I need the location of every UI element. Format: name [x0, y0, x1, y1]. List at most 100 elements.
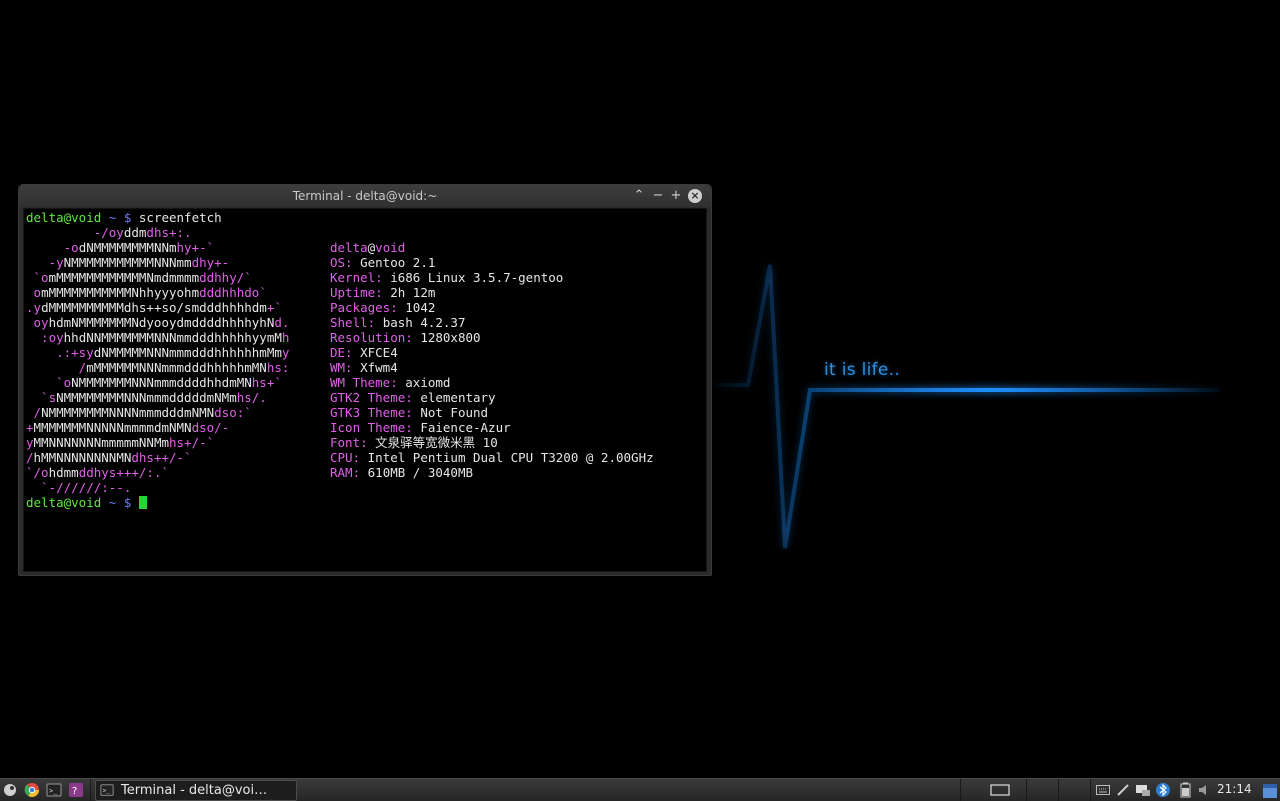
logo-line: :oyhhdNNMMMMMMMNNNmmdddhhhhhyymMh [26, 330, 289, 345]
logo-fragment: hs/. [236, 390, 267, 405]
logo-fragment: hs+` [251, 375, 282, 390]
terminal-icon: >_ [100, 784, 114, 796]
network-icon[interactable] [1135, 782, 1151, 798]
terminal-icon[interactable]: >_ [46, 782, 62, 798]
logo-fragment: dNMMMMMNNNmmmdddhhhhhhmMm [93, 345, 282, 360]
info-row: Kernel: i686 Linux 3.5.7-gentoo [330, 270, 654, 285]
logo-fragment: `o [26, 270, 49, 285]
logo-line: yMMNNNNNNNmmmmmNNMmhs+/-` [26, 435, 289, 450]
logo-fragment: .y [26, 300, 42, 315]
logo-fragment: .:+sy [26, 345, 94, 360]
taskbar-separator [960, 779, 961, 801]
info-value: 1042 [405, 300, 436, 315]
calendar-icon[interactable] [1262, 781, 1278, 799]
pen-icon[interactable] [1116, 783, 1130, 797]
info-row: Shell: bash 4.2.37 [330, 315, 654, 330]
logo-fragment: dNMMMMMMMMNNm [78, 240, 177, 255]
info-key: Kernel: [330, 270, 391, 285]
info-row: RAM: 610MB / 3040MB [330, 465, 654, 480]
info-value: 2h 12m [390, 285, 436, 300]
logo-fragment: dhs++/-` [131, 450, 192, 465]
minimize-icon[interactable]: − [650, 188, 666, 204]
prompt-line[interactable]: delta@void ~ $ [26, 495, 289, 510]
logo-fragment: +` [266, 300, 282, 315]
clock[interactable]: 21:14 [1217, 782, 1252, 796]
chevron-up-icon[interactable]: ⌃ [631, 188, 647, 204]
logo-fragment: y [281, 345, 290, 360]
info-value: 610MB / 3040MB [367, 465, 473, 480]
logo-fragment: y [26, 435, 34, 450]
logo-fragment: mMMMMMMNNNmmmdddhhhhhmMN [86, 360, 267, 375]
info-row: Font: 文泉驿等宽微米黑 10 [330, 435, 654, 450]
maximize-icon[interactable]: + [668, 188, 684, 204]
task-terminal-button[interactable]: >_ Terminal - delta@voi… [95, 780, 297, 801]
info-key: DE: [330, 345, 361, 360]
logo-fragment: ddhhy/` [199, 270, 252, 285]
logo-fragment: mMMMMMMMMMMMMNmdmmmm [48, 270, 200, 285]
svg-text:?: ? [72, 786, 77, 797]
logo-fragment: MMMMMMMNNNNNmmmmdmNMN [33, 420, 192, 435]
app-menu-icon[interactable] [2, 782, 18, 798]
logo-fragment: hdmNMMMMMMMNdyooydmddddhhhhyhN [48, 315, 275, 330]
logo-fragment: d. [274, 315, 290, 330]
text-cursor [138, 496, 147, 509]
info-value: Gentoo 2.1 [360, 255, 436, 270]
logo-fragment: mMMMMMMMMMMMNhhyyyohm [41, 285, 200, 300]
battery-icon[interactable] [1176, 782, 1194, 798]
logo-fragment: + [26, 420, 34, 435]
close-icon[interactable]: × [688, 189, 702, 203]
logo-line: oyhdmNMMMMMMMNdyooydmddddhhhhyhNd. [26, 315, 290, 330]
chromium-icon[interactable] [24, 782, 40, 798]
logo-fragment: oy [26, 315, 49, 330]
info-value: Not Found [420, 405, 489, 420]
logo-fragment: hdmm [48, 465, 79, 480]
info-row: GTK3 Theme: Not Found [330, 405, 654, 420]
info-key: Uptime: [330, 285, 391, 300]
logo-fragment: `s [26, 390, 57, 405]
info-user: delta [330, 240, 368, 255]
logo-fragment: MMNNNNNNNmmmmmNNMm [33, 435, 169, 450]
info-key: WM Theme: [330, 375, 406, 390]
prompt-user: delta@void [26, 495, 102, 510]
logo-fragment: dhs+:. [146, 225, 192, 240]
window-titlebar[interactable]: Terminal - delta@void:~ ⌃ − + × [19, 185, 711, 207]
logo-fragment: ddhys+++/:.` [78, 465, 169, 480]
logo-fragment: hMMNNNNNNNNMN [33, 450, 132, 465]
logo-line: .:+sydNMMMMMNNNmmmdddhhhhhhmMmy [26, 345, 289, 360]
logo-line: omMMMMMMMMMMMNhhyyyohmdddhhhdo` [26, 285, 289, 300]
info-key: Font: [330, 435, 376, 450]
command-line: delta@void ~ $ screenfetch [26, 210, 289, 225]
info-key: CPU: [330, 450, 368, 465]
info-row: WM Theme: axiomd [330, 375, 654, 390]
svg-text:>_: >_ [49, 787, 58, 795]
logo-fragment: hhdNNMMMMMMMNNNmmdddhhhhhyymM [63, 330, 282, 345]
window-title: Terminal - delta@void:~ [292, 189, 438, 203]
info-value: Xfwm4 [360, 360, 398, 375]
prompt-path: ~ $ [101, 495, 139, 510]
info-value: XFCE4 [360, 345, 398, 360]
info-key: RAM: [330, 465, 368, 480]
terminal-screen[interactable]: delta@void ~ $ screenfetch -/oyddmdhs+:.… [23, 208, 707, 572]
keyboard-icon[interactable] [1096, 784, 1110, 796]
info-value: i686 Linux 3.5.7-gentoo [390, 270, 564, 285]
logo-line: -odNMMMMMMMMNNmhy+-` [26, 240, 289, 255]
taskbar-separator [1058, 779, 1059, 801]
wallpaper-tagline: it is life.. [824, 360, 901, 380]
bluetooth-icon[interactable] [1155, 782, 1171, 798]
logo-line: `oNMMMMMMMNNNmmmddddhhdmMNhs+` [26, 375, 289, 390]
app-icon[interactable]: ? [68, 782, 84, 798]
logo-fragment: `/o [26, 465, 49, 480]
logo-line: .ydMMMMMMMMMMdhs++so/smdddhhhhdm+` [26, 300, 289, 315]
logo-fragment: dso/- [191, 420, 230, 435]
info-row: CPU: Intel Pentium Dual CPU T3200 @ 2.00… [330, 450, 654, 465]
workspace-switcher[interactable] [990, 784, 1012, 796]
logo-line: `sNMMMMMMMMNNNmmmdddddmNMmhs/. [26, 390, 289, 405]
logo-line: /NMMMMMMMMNNNNmmmdddmNMNdso:` [26, 405, 289, 420]
terminal-window[interactable]: Terminal - delta@void:~ ⌃ − + × delta@vo… [18, 184, 712, 576]
taskbar-separator [1090, 779, 1091, 801]
logo-line: /hMMNNNNNNNNMNdhs++/-` [26, 450, 289, 465]
info-value: 1280x800 [420, 330, 481, 345]
logo-fragment: hy+-` [176, 240, 215, 255]
volume-icon[interactable] [1197, 783, 1211, 797]
logo-fragment: `-//////:--. [26, 480, 132, 495]
